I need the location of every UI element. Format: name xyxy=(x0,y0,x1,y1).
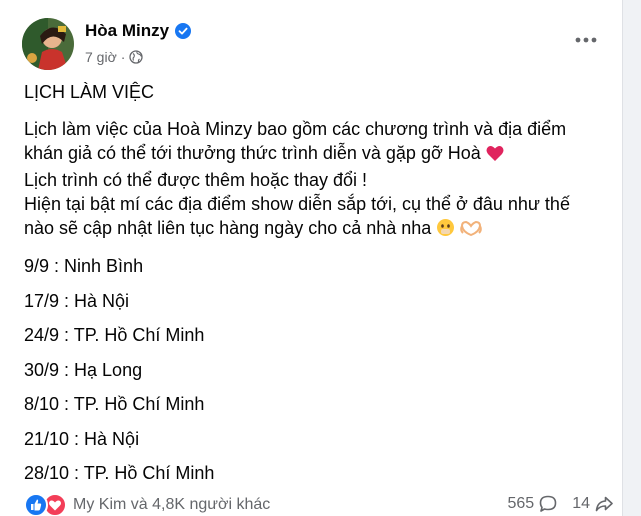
schedule-list: 9/9 : Ninh Bình 17/9 : Hà Nội 24/9 : TP.… xyxy=(24,254,614,485)
reaction-summary[interactable]: My Kim và 4,8K người khác xyxy=(24,493,270,516)
page-scrollbar[interactable] xyxy=(630,0,641,516)
shares-count-value: 14 xyxy=(572,495,590,512)
post-time[interactable]: 7 giờ xyxy=(85,48,117,66)
post-line: khán giả có thể tới thưởng thức trình di… xyxy=(24,143,481,163)
share-icon xyxy=(595,496,613,512)
post-card: Hòa Minzy 7 giờ · LỊCH LÀM VIỆC Lịch làm xyxy=(0,0,623,516)
shares-count[interactable]: 14 xyxy=(572,493,614,515)
post-heading: LỊCH LÀM VIỆC xyxy=(24,82,155,102)
schedule-item: 17/9 : Hà Nội xyxy=(24,290,130,311)
author-name[interactable]: Hòa Minzy xyxy=(85,20,169,42)
post-body: LỊCH LÀM VIỆC Lịch làm việc của Hoà Minz… xyxy=(24,80,614,496)
like-reaction-icon xyxy=(24,493,48,516)
blushing-face-emoji xyxy=(436,218,455,243)
author-row: Hòa Minzy xyxy=(85,20,192,42)
comments-count-value: 565 xyxy=(507,495,535,512)
schedule-item: 30/9 : Hạ Long xyxy=(24,359,143,380)
post-meta: 7 giờ · xyxy=(85,48,144,66)
engagement-counts: 565 14 xyxy=(508,493,615,515)
post-line: Lịch làm việc của Hoà Minzy bao gồm các … xyxy=(24,119,567,139)
post-line: Hiện tại bật mí các địa điểm show diễn s… xyxy=(24,194,570,214)
schedule-item: 21/10 : Hà Nội xyxy=(24,428,140,449)
more-options-icon[interactable] xyxy=(571,27,601,53)
separator-dot: · xyxy=(120,49,126,65)
avatar[interactable] xyxy=(22,18,74,70)
verified-badge-icon xyxy=(175,23,192,39)
schedule-item: 24/9 : TP. Hồ Chí Minh xyxy=(24,325,205,345)
post-line: nào sẽ cập nhật liên tục hàng ngày cho c… xyxy=(24,218,432,238)
reactors-text[interactable]: My Kim và 4,8K người khác xyxy=(73,494,270,516)
globe-icon[interactable] xyxy=(129,50,144,64)
red-heart-emoji xyxy=(486,144,504,168)
heart-hands-emoji xyxy=(460,219,483,243)
comment-icon xyxy=(539,495,557,512)
post-paragraph: Lịch làm việc của Hoà Minzy bao gồm các … xyxy=(24,117,614,243)
schedule-item: 28/10 : TP. Hồ Chí Minh xyxy=(24,463,215,483)
post-footer: My Kim và 4,8K người khác 565 14 xyxy=(24,493,614,516)
comments-count[interactable]: 565 xyxy=(508,493,559,515)
schedule-item: 8/10 : TP. Hồ Chí Minh xyxy=(24,394,205,414)
post-line: Lịch trình có thể được thêm hoặc thay đổ… xyxy=(24,170,368,190)
schedule-item: 9/9 : Ninh Bình xyxy=(24,256,144,276)
